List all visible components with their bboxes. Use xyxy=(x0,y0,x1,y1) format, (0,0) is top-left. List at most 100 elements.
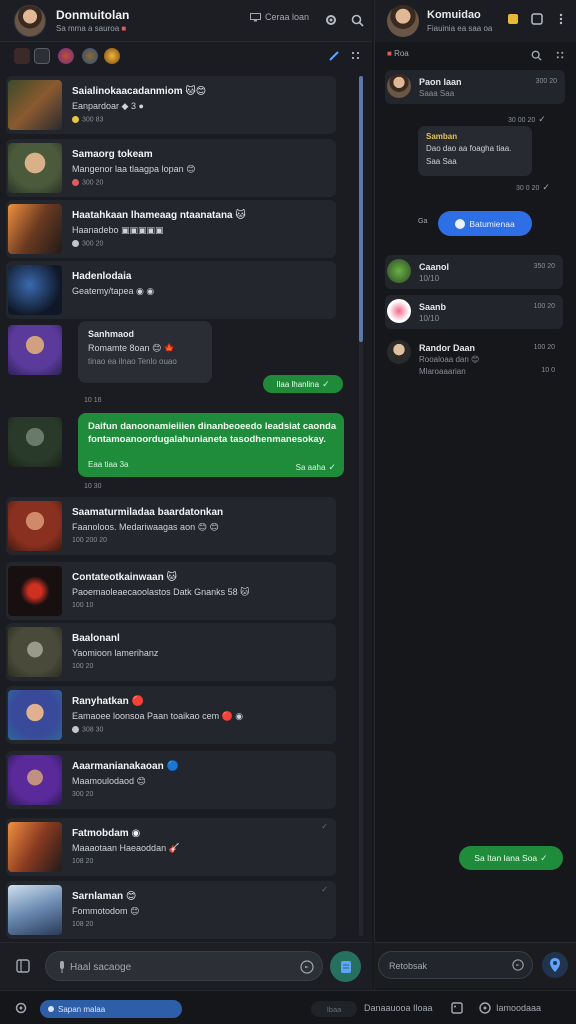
grid-icon[interactable] xyxy=(553,48,567,62)
chat-thumbnail xyxy=(8,885,62,935)
chat-list-item[interactable]: Saamaturmiladaa baardatonkan Faanoloos. … xyxy=(6,497,336,555)
timestamp: 10 30 xyxy=(84,483,102,490)
message-bubble[interactable]: Sanhmaod Romamte 8oan 😊 🍁 tinao ea ilnao… xyxy=(78,321,212,383)
filter-flag-icon[interactable] xyxy=(14,48,30,64)
right-header-subtitle: Fiauinia ea saa oa xyxy=(427,24,493,33)
chat-preview: Eanpardoar ◆ 3 ● xyxy=(72,101,144,111)
settings-icon[interactable] xyxy=(14,1001,28,1015)
chat-meta: 308 30 xyxy=(72,726,103,733)
search-icon[interactable] xyxy=(348,11,366,29)
send-icon[interactable] xyxy=(330,951,361,982)
chat-list-item[interactable]: Fatmobdam ◉ Maaaotaan Haeaoddan 🎸 108 20… xyxy=(6,818,336,876)
contact-card[interactable]: Saanb 10/10 100 20 xyxy=(385,295,563,329)
contact-card-sub: Rooaloaa dan 😊 xyxy=(419,355,480,364)
mic-icon[interactable] xyxy=(56,960,68,974)
contact-card-avatar xyxy=(387,340,411,364)
contact-avatar[interactable] xyxy=(387,5,419,37)
chat-list-item[interactable]: Saialinokaacadanmiom 🐱😊 Eanpardoar ◆ 3 ●… xyxy=(6,76,336,134)
chat-meta-text: 300 20 xyxy=(82,240,104,248)
chat-list-item[interactable]: Ranyhatkan 🔴 Eamaoee loonsoa Paan toaika… xyxy=(6,686,336,744)
contact-card-time: 350 20 xyxy=(533,263,555,270)
check-icon: ✓ xyxy=(540,852,548,863)
filter-avatar-2[interactable] xyxy=(82,48,98,64)
contact-card-time: 100 20 xyxy=(533,303,555,310)
status-dot xyxy=(72,240,79,247)
warning-badge: ■ xyxy=(121,24,127,33)
pencil-icon[interactable] xyxy=(326,48,342,64)
user-avatar[interactable] xyxy=(14,5,46,37)
chat-thumbnail xyxy=(8,417,62,467)
contact-card-sub: Saaa Saa xyxy=(419,89,455,98)
received-message-bubble[interactable]: Samban Dao dao aa foagha tiaa. Saa Saa xyxy=(418,126,532,176)
chat-list-item[interactable]: Sarnlaman 😊 Fommotodom 😊 108 20 ✓ xyxy=(6,881,336,939)
location-icon[interactable] xyxy=(542,952,568,978)
contact-card-name: Saanb xyxy=(419,302,447,312)
check-icon: ✓ xyxy=(538,114,546,124)
more-icon[interactable] xyxy=(553,11,569,27)
filter-avatar-1[interactable] xyxy=(58,48,74,64)
sent-message-text: Ilaa lhanlina xyxy=(276,379,320,389)
action-pill-button[interactable]: Batumienaa xyxy=(438,211,532,236)
chat-list-item[interactable]: Hadenlodaia Geatemy/tapea ◉ ◉ xyxy=(6,261,336,319)
message-input[interactable] xyxy=(70,958,290,976)
chat-list-item[interactable]: Samaorg tokeam Mangenor laa tlaagpa lopa… xyxy=(6,139,336,197)
right-input-wrapper xyxy=(378,951,533,979)
display-icon xyxy=(250,12,261,22)
flag-icon: ■ xyxy=(387,49,392,58)
filter-camera-icon[interactable] xyxy=(34,48,50,64)
sent-message-pill[interactable]: Ilaa lhanlina ✓ xyxy=(263,375,343,393)
left-header-title: Donmuitolan xyxy=(56,8,130,22)
contact-card[interactable]: Randor Daan Rooaloaa dan 😊 100 20 Mlaroa… xyxy=(385,336,563,382)
check-icon: ✓ xyxy=(321,822,328,831)
chat-meta: 300 20 xyxy=(72,791,94,798)
status-dot xyxy=(72,179,79,186)
ghost-button[interactable]: Ibaa xyxy=(311,1001,357,1017)
chat-list-item[interactable]: Contateotkainwaan 🐱 Paoemaoleaecaoolasto… xyxy=(6,562,336,620)
highlight-message-text: Daifun danoonamieiiien dinanbeoeedo lead… xyxy=(88,421,337,445)
chat-preview: Yaomioon lamerihanz xyxy=(72,648,159,658)
status-pill[interactable]: Sapan malaa xyxy=(40,1000,182,1018)
bubble-time: tinao ea ilnao Tenlo ouao xyxy=(88,357,177,366)
chat-list-item[interactable]: Haatahkaan lhameaag ntaanatana 🐱 Haanade… xyxy=(6,200,336,258)
contact-card-extra-time: 10 0 xyxy=(541,367,555,374)
contact-card-sub: 10/10 xyxy=(419,314,440,323)
help-icon[interactable] xyxy=(478,1001,492,1015)
timestamp: 10 16 xyxy=(84,397,102,404)
connection-status-text: Ceraa loan xyxy=(265,12,310,22)
scrollbar-thumb[interactable] xyxy=(359,76,363,342)
contact-card[interactable]: Paon Iaan Saaa Saa 300 20 xyxy=(385,70,565,104)
emoji-icon[interactable] xyxy=(510,957,526,973)
action-pill-dot-icon xyxy=(455,218,466,229)
chat-list-item[interactable]: Baalonanl Yaomioon lamerihanz 100 20 xyxy=(6,623,336,681)
contact-card[interactable]: Caanol 10/10 350 20 xyxy=(385,255,563,289)
chat-preview: Faanoloos. Medariwaagas aon 😊 😊 xyxy=(72,522,219,532)
chat-name: Haatahkaan lhameaag ntaanatana 🐱 xyxy=(72,210,246,221)
emoji-icon[interactable] xyxy=(298,958,316,976)
chat-preview: Mangenor laa tlaagpa lopan 😊 xyxy=(72,164,196,174)
image-icon[interactable] xyxy=(450,1001,464,1015)
search-icon[interactable] xyxy=(529,48,543,62)
chat-name: Contateotkainwaan 🐱 xyxy=(72,572,177,583)
thumbs-up-icon[interactable] xyxy=(505,11,521,27)
chat-meta: 100 20 xyxy=(72,663,94,670)
chat-meta: 100 10 xyxy=(72,602,94,609)
chat-meta-text: 300 83 xyxy=(82,116,104,124)
right-message-input[interactable] xyxy=(389,957,499,975)
filter-avatar-3[interactable] xyxy=(104,48,120,64)
gear-icon[interactable] xyxy=(322,11,340,29)
chat-name: Hadenlodaia xyxy=(72,271,132,282)
chat-meta-text: 308 30 xyxy=(82,726,104,734)
chat-name: Samaorg tokeam xyxy=(72,149,153,160)
chat-preview: Maaaotaan Haeaoddan 🎸 xyxy=(72,843,180,853)
bookmark-icon[interactable] xyxy=(529,11,545,27)
sent-message-pill[interactable]: Sa Itan lana Soa ✓ xyxy=(459,846,563,870)
status-dot xyxy=(72,116,79,123)
attach-icon[interactable] xyxy=(14,957,32,975)
grid-icon[interactable] xyxy=(348,48,364,64)
highlight-message-bubble[interactable]: Daifun danoonamieiiien dinanbeoeedo lead… xyxy=(78,413,344,477)
contact-card-extra: Mlaroaaarian xyxy=(419,367,466,376)
right-toolbar-label: ■ Roa xyxy=(387,49,409,58)
connection-status[interactable]: Ceraa loan xyxy=(250,12,309,22)
chat-list-item[interactable]: Aaarmanianakaoan 🔵 Maamoulodaod 😊 300 20 xyxy=(6,751,336,809)
status-pill-dot-icon xyxy=(48,1006,54,1012)
